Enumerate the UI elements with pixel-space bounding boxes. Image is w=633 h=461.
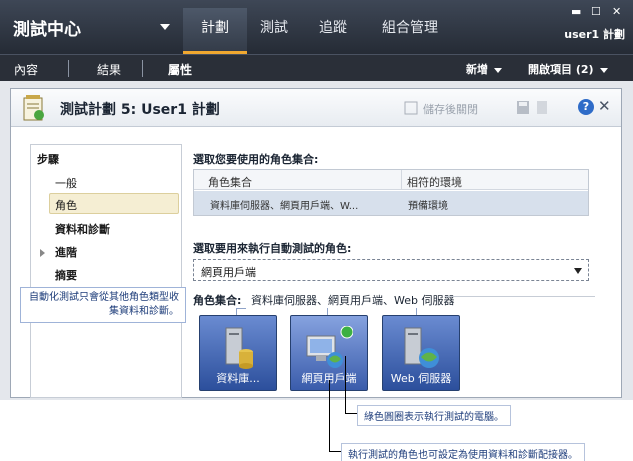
step-roles[interactable]: 角色 xyxy=(55,197,77,213)
tab-portfolio[interactable]: 組合管理 xyxy=(374,8,446,54)
table-row[interactable]: 資料庫伺服器、網頁用戶端、W... 預備環境 xyxy=(194,191,588,215)
save-close-button[interactable]: 儲存後關閉 xyxy=(423,101,478,117)
step-data-diagnostics[interactable]: 資料和診斷 xyxy=(55,221,110,237)
separator xyxy=(68,60,69,77)
step-advanced[interactable]: 進階 xyxy=(55,244,77,260)
role-tile-web-server[interactable]: Web 伺服器 xyxy=(382,315,460,391)
tab-test[interactable]: 測試 xyxy=(251,8,297,54)
tab-track[interactable]: 追蹤 xyxy=(310,8,356,54)
maximize-icon[interactable]: ☐ xyxy=(591,5,601,18)
column-divider xyxy=(401,170,402,190)
annotation-leader-line xyxy=(329,380,330,452)
step-summary[interactable]: 摘要 xyxy=(55,267,77,283)
run-role-select[interactable]: 網頁用戶端 xyxy=(193,259,589,281)
sub-nav-bar: 內容 結果 屬性 新增 開啟項目 (2) xyxy=(0,54,633,81)
close-window-icon[interactable]: ✕ xyxy=(612,5,621,18)
chevron-down-icon[interactable] xyxy=(160,24,170,30)
steps-nav: 步驟 一般 角色 資料和診斷 進階 摘要 xyxy=(30,144,182,398)
user-label: user1 計劃 xyxy=(564,28,625,41)
step-general[interactable]: 一般 xyxy=(55,175,77,191)
steps-heading: 步驟 xyxy=(37,153,59,166)
database-server-icon xyxy=(225,327,253,369)
refresh-icon[interactable] xyxy=(535,100,549,115)
role-label: Web 伺服器 xyxy=(390,372,452,385)
subtab-contents[interactable]: 內容 xyxy=(14,61,38,78)
role-label: 資料庫... xyxy=(216,372,260,385)
close-icon[interactable]: ✕ xyxy=(598,97,611,115)
run-role-annotation: 執行測試的角色也可設定為使用資料和診斷配接器。 xyxy=(341,443,585,461)
role-set-label: 角色集合: xyxy=(193,294,242,307)
environment-cell: 預備環境 xyxy=(408,201,448,212)
run-role-prompt: 選取要用來執行自動測試的角色: xyxy=(193,242,352,255)
grid-header: 角色集合 相符的環境 xyxy=(194,170,588,190)
top-bar: 測試中心 計劃 測試 追蹤 組合管理 ▬ ☐ ✕ user1 計劃 xyxy=(0,0,633,54)
save-icon[interactable] xyxy=(516,100,530,115)
role-tile-database[interactable]: 資料庫... xyxy=(199,315,277,391)
open-items-menu[interactable]: 開啟項目 (2) xyxy=(528,61,608,77)
left-annotation: 自動化測試只會從其他角色類型收集資料和診斷。 xyxy=(20,287,186,323)
minimize-icon[interactable]: ▬ xyxy=(571,5,581,18)
role-set-cell: 資料庫伺服器、網頁用戶端、W... xyxy=(210,201,359,212)
open-items-label: 開啟項目 (2) xyxy=(528,63,594,76)
subtab-properties[interactable]: 屬性 xyxy=(168,61,192,78)
role-set-prompt: 選取您要使用的角色集合: xyxy=(193,153,319,166)
run-role-value: 網頁用戶端 xyxy=(201,266,256,279)
chevron-down-icon xyxy=(494,67,502,73)
expand-arrow-icon[interactable] xyxy=(40,249,45,257)
chevron-down-icon xyxy=(599,67,608,73)
connector-line xyxy=(236,308,246,309)
tab-plan[interactable]: 計劃 xyxy=(183,8,247,54)
green-circle-annotation: 綠色圓圈表示執行測試的電腦。 xyxy=(357,405,511,426)
column-header[interactable]: 角色集合 xyxy=(208,174,252,190)
annotation-leader-line xyxy=(329,451,341,452)
test-plan-icon xyxy=(23,95,44,121)
web-server-icon xyxy=(404,327,439,368)
annotation-leader-line xyxy=(345,356,346,414)
subtab-results[interactable]: 結果 xyxy=(97,61,121,78)
help-icon[interactable]: ? xyxy=(578,99,594,115)
panel-title: 測試計劃 5: User1 計劃 xyxy=(60,102,220,118)
new-menu-label: 新增 xyxy=(466,63,488,76)
chevron-down-icon[interactable] xyxy=(574,268,582,274)
divider xyxy=(445,296,595,297)
panel-header: 測試計劃 5: User1 計劃 儲存後關閉 ? ✕ xyxy=(11,89,621,127)
new-menu[interactable]: 新增 xyxy=(466,61,502,77)
save-close-icon xyxy=(404,101,418,115)
annotation-leader-line xyxy=(345,413,357,414)
column-header[interactable]: 相符的環境 xyxy=(407,174,462,190)
role-set-grid: 角色集合 相符的環境 資料庫伺服器、網頁用戶端、W... 預備環境 xyxy=(193,169,589,216)
app-title: 測試中心 xyxy=(13,20,81,40)
role-set-value: 資料庫伺服器、網頁用戶端、Web 伺服器 xyxy=(251,292,459,308)
separator xyxy=(142,60,143,77)
